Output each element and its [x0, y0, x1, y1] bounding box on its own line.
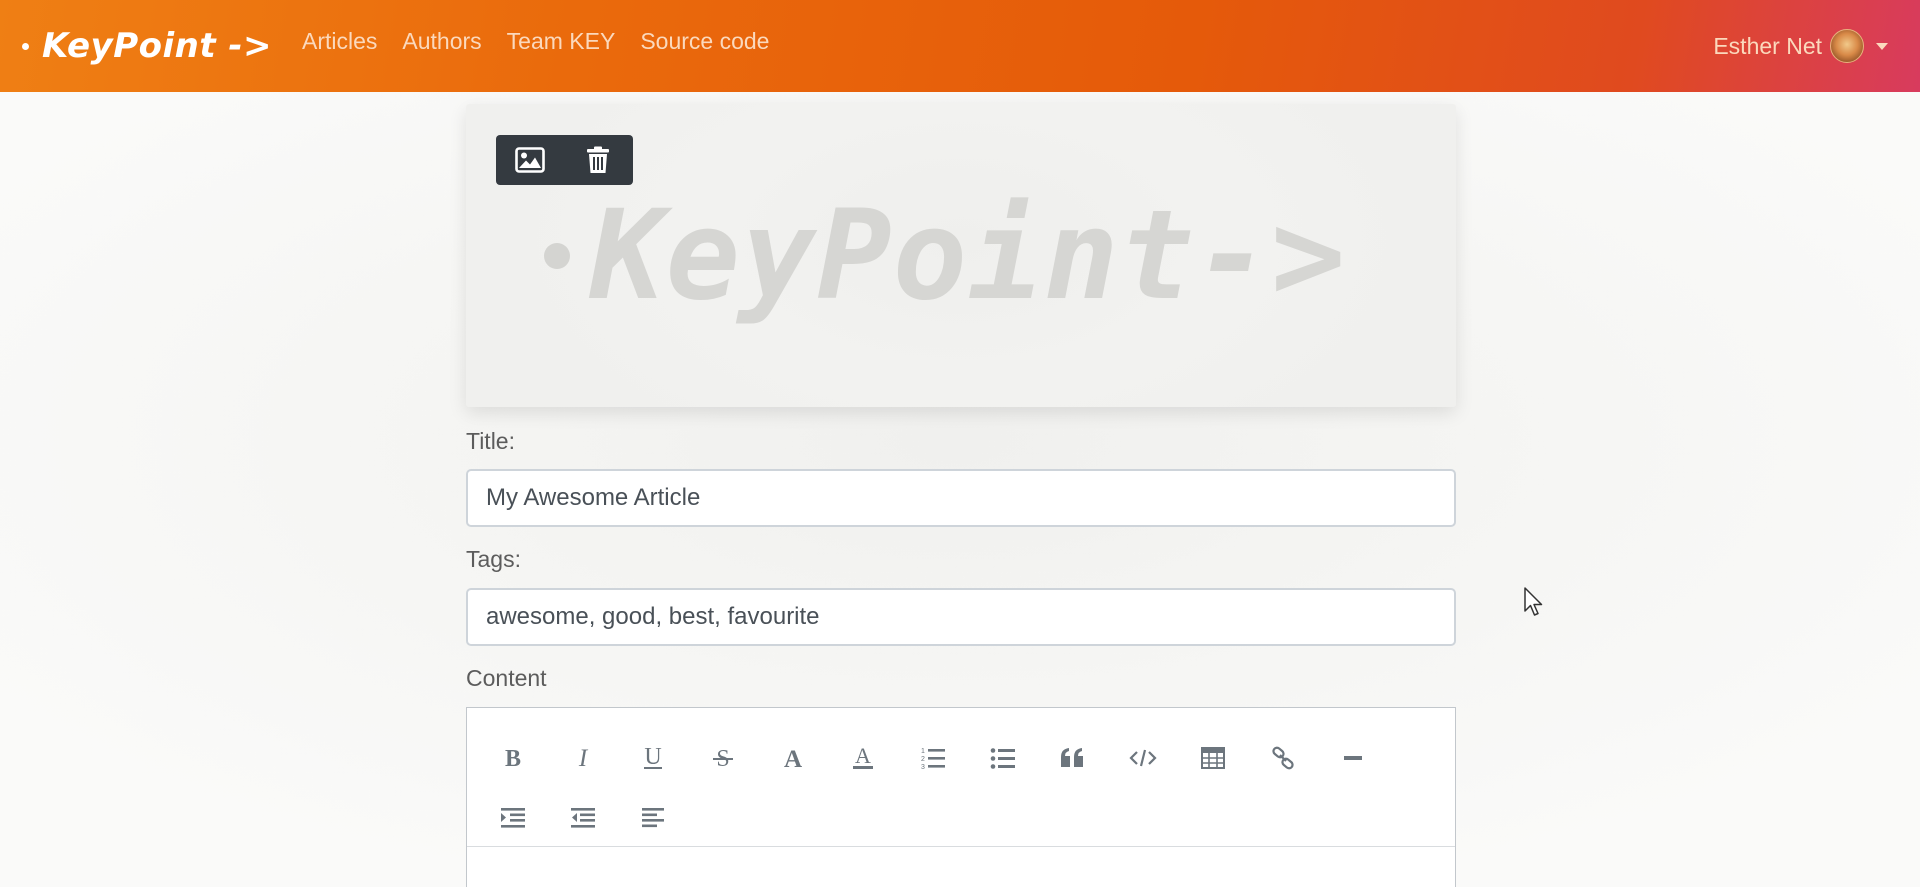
svg-text:3: 3: [921, 764, 925, 770]
table-button[interactable]: [1191, 736, 1235, 780]
nav-link-articles[interactable]: Articles: [302, 28, 377, 55]
italic-icon: I: [578, 746, 589, 770]
outdent-icon: [571, 808, 595, 828]
bold-button[interactable]: B: [491, 736, 535, 780]
chevron-down-icon: [1876, 42, 1888, 50]
cover-logo-text: KeyPoint->: [590, 184, 1347, 328]
svg-text:2: 2: [921, 756, 925, 763]
tags-label: Tags:: [466, 546, 521, 572]
link-button[interactable]: [1261, 736, 1305, 780]
content-label: Content: [466, 665, 547, 691]
strikethrough-icon: S: [713, 746, 733, 770]
horizontal-rule-button[interactable]: [1331, 736, 1375, 780]
highlight-color-button[interactable]: A: [841, 736, 885, 780]
svg-text:1: 1: [921, 748, 925, 755]
svg-text:A: A: [855, 745, 871, 768]
underline-button[interactable]: U: [631, 736, 675, 780]
ordered-list-icon: 1 2 3: [921, 748, 945, 770]
svg-text:I: I: [578, 746, 589, 770]
svg-text:U: U: [644, 745, 661, 770]
code-button[interactable]: [1121, 736, 1165, 780]
align-left-icon: [642, 808, 664, 828]
cover-image: KeyPoint->: [466, 104, 1456, 407]
bold-icon: B: [505, 746, 521, 770]
link-icon: [1272, 746, 1294, 770]
align-left-button[interactable]: [631, 796, 675, 840]
editor-toolbar: B I U S A A 1 2 3: [467, 708, 1455, 847]
brand-logo[interactable]: KeyPoint ->: [22, 18, 272, 74]
highlight-color-icon: A: [853, 745, 873, 769]
cover-toolbar: [496, 135, 633, 185]
horizontal-rule-icon: [1344, 756, 1362, 760]
change-cover-button[interactable]: [496, 135, 564, 185]
indent-button[interactable]: [491, 796, 535, 840]
nav-links: Articles Authors Team KEY Source code: [302, 28, 794, 55]
trash-icon: [587, 146, 609, 173]
strikethrough-button[interactable]: S: [701, 736, 745, 780]
blockquote-icon: [1061, 748, 1083, 767]
underline-icon: U: [644, 745, 662, 770]
indent-icon: [501, 808, 525, 828]
unordered-list-icon: [990, 748, 1015, 769]
outdent-button[interactable]: [561, 796, 605, 840]
code-icon: [1129, 749, 1157, 767]
user-menu-toggle[interactable]: Esther Net: [1713, 28, 1888, 64]
user-name: Esther Net: [1713, 32, 1822, 59]
title-input[interactable]: [466, 469, 1456, 527]
svg-text:A: A: [784, 746, 802, 770]
font-color-button[interactable]: A: [771, 736, 815, 780]
ordered-list-button[interactable]: 1 2 3: [911, 736, 955, 780]
top-navbar: KeyPoint -> Articles Authors Team KEY So…: [0, 0, 1920, 92]
cover-placeholder-logo: KeyPoint->: [544, 194, 1347, 318]
blockquote-button[interactable]: [1051, 736, 1095, 780]
nav-link-authors[interactable]: Authors: [402, 28, 481, 55]
content-editor: B I U S A A 1 2 3: [466, 707, 1456, 887]
mouse-cursor-icon: [1524, 587, 1543, 616]
svg-text:B: B: [505, 746, 521, 770]
italic-button[interactable]: I: [561, 736, 605, 780]
nav-link-team-key[interactable]: Team KEY: [507, 28, 616, 55]
brand-text: KeyPoint ->: [42, 26, 273, 66]
cover-logo-dot: [544, 243, 570, 269]
avatar: [1830, 29, 1864, 63]
font-color-icon: A: [784, 746, 802, 770]
editor-content-area[interactable]: [467, 847, 1455, 887]
remove-cover-button[interactable]: [564, 135, 632, 185]
nav-link-source-code[interactable]: Source code: [640, 28, 769, 55]
title-label: Title:: [466, 428, 515, 454]
image-icon: [515, 147, 545, 173]
unordered-list-button[interactable]: [981, 736, 1025, 780]
table-icon: [1201, 747, 1225, 769]
brand-dot: [22, 42, 29, 50]
tags-input[interactable]: [466, 588, 1456, 646]
